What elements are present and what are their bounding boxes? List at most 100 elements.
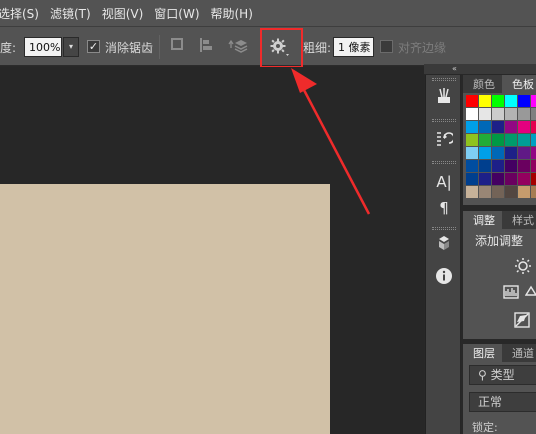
color-swatch[interactable] xyxy=(492,108,504,120)
tab-layers[interactable]: 图层 xyxy=(463,344,502,362)
menu-view[interactable]: 视图(V) xyxy=(102,5,155,22)
color-swatch[interactable] xyxy=(505,108,517,120)
filter-type-label: 类型 xyxy=(490,368,515,382)
panel-icon-strip: A| ¶ xyxy=(425,75,461,434)
panel-grip[interactable] xyxy=(432,161,456,164)
info-icon[interactable] xyxy=(434,267,454,289)
color-swatch[interactable] xyxy=(505,173,517,185)
color-swatch[interactable] xyxy=(531,186,536,198)
menu-filter[interactable]: 滤镜(T) xyxy=(50,5,102,22)
color-swatch[interactable] xyxy=(531,121,536,133)
blend-mode-select[interactable]: 正常 xyxy=(469,392,536,412)
path-arrangement-icon[interactable] xyxy=(228,37,248,57)
color-swatch[interactable] xyxy=(505,160,517,172)
weight-label: 粗细: xyxy=(303,41,332,55)
color-swatch[interactable] xyxy=(505,134,517,146)
color-swatch[interactable] xyxy=(505,186,517,198)
antialias-label: 消除锯齿 xyxy=(105,41,154,55)
color-swatch[interactable] xyxy=(466,186,478,198)
color-swatch[interactable] xyxy=(479,134,491,146)
tab-swatches[interactable]: 色板 xyxy=(502,75,536,93)
opacity-label: 度: xyxy=(0,41,17,55)
separator xyxy=(159,35,160,59)
antialias-checkbox[interactable]: ✓ xyxy=(87,40,100,53)
layers-panel: 图层 通道 ⚲ 类型 正常 锁定: xyxy=(463,344,536,434)
levels-icon[interactable] xyxy=(503,285,519,303)
color-swatch[interactable] xyxy=(479,95,491,107)
color-swatch[interactable] xyxy=(466,95,478,107)
weight-input[interactable]: 1 像素 xyxy=(333,37,374,57)
path-alignment-icon[interactable] xyxy=(199,37,213,57)
menu-bar: 选择(S) 滤镜(T) 视图(V) 窗口(W) 帮助(H) xyxy=(0,0,536,26)
3d-layers-icon[interactable] xyxy=(434,235,454,257)
color-swatch[interactable] xyxy=(505,95,517,107)
color-swatch[interactable] xyxy=(518,173,530,185)
color-swatch[interactable] xyxy=(492,121,504,133)
color-swatch[interactable] xyxy=(479,108,491,120)
color-swatch[interactable] xyxy=(505,121,517,133)
align-edges-checkbox[interactable] xyxy=(380,40,393,53)
panel-grip[interactable] xyxy=(432,227,456,230)
opacity-input[interactable]: 100% xyxy=(24,37,62,57)
swatches-panel: 颜色 色板 xyxy=(463,75,536,205)
color-swatch[interactable] xyxy=(492,186,504,198)
color-swatch[interactable] xyxy=(518,134,530,146)
paragraph-icon[interactable]: ¶ xyxy=(434,197,454,219)
color-swatch[interactable] xyxy=(518,108,530,120)
color-swatch[interactable] xyxy=(505,147,517,159)
color-swatch[interactable] xyxy=(479,160,491,172)
panel-grip[interactable] xyxy=(432,119,456,122)
panel-grip[interactable] xyxy=(432,78,456,81)
swatch-grid xyxy=(466,95,536,198)
adjustments-panel: 调整 样式 添加调整 xyxy=(463,211,536,339)
opacity-dropdown-button[interactable]: ▾ xyxy=(63,37,79,57)
color-swatch[interactable] xyxy=(531,173,536,185)
color-swatch[interactable] xyxy=(479,147,491,159)
tab-channels[interactable]: 通道 xyxy=(502,344,536,362)
color-swatch[interactable] xyxy=(531,147,536,159)
color-swatch[interactable] xyxy=(518,121,530,133)
color-swatch[interactable] xyxy=(531,160,536,172)
collapse-panels-button[interactable]: « xyxy=(452,64,457,73)
options-bar: 度: 100% ▾ ✓ 消除锯齿 粗细: 1 像素 对齐边缘 xyxy=(0,26,536,68)
curves-icon[interactable] xyxy=(524,285,536,303)
layer-filter-select[interactable]: ⚲ 类型 xyxy=(469,365,536,385)
color-swatch[interactable] xyxy=(479,173,491,185)
color-swatch[interactable] xyxy=(518,95,530,107)
brightness-icon[interactable] xyxy=(514,257,532,279)
tab-adjustments[interactable]: 调整 xyxy=(463,211,502,229)
menu-select[interactable]: 选择(S) xyxy=(0,5,50,22)
color-swatch[interactable] xyxy=(531,134,536,146)
color-swatch[interactable] xyxy=(492,160,504,172)
exposure-icon[interactable] xyxy=(514,312,530,332)
color-swatch[interactable] xyxy=(492,95,504,107)
color-swatch[interactable] xyxy=(466,134,478,146)
canvas[interactable] xyxy=(0,184,330,434)
color-swatch[interactable] xyxy=(492,134,504,146)
menu-help[interactable]: 帮助(H) xyxy=(211,5,264,22)
color-swatch[interactable] xyxy=(466,147,478,159)
panel-dock-header xyxy=(424,64,536,74)
color-swatch[interactable] xyxy=(518,147,530,159)
color-swatch[interactable] xyxy=(492,173,504,185)
tab-styles[interactable]: 样式 xyxy=(502,211,536,229)
document-workspace[interactable] xyxy=(0,67,424,434)
color-swatch[interactable] xyxy=(479,121,491,133)
character-icon[interactable]: A| xyxy=(434,171,454,193)
color-swatch[interactable] xyxy=(466,108,478,120)
tab-color[interactable]: 颜色 xyxy=(463,75,502,93)
color-swatch[interactable] xyxy=(531,95,536,107)
path-operations-icon[interactable] xyxy=(171,37,183,55)
color-swatch[interactable] xyxy=(531,108,536,120)
lock-label: 锁定: xyxy=(472,421,498,434)
color-swatch[interactable] xyxy=(466,173,478,185)
history-icon[interactable] xyxy=(434,129,455,151)
color-swatch[interactable] xyxy=(466,160,478,172)
color-swatch[interactable] xyxy=(466,121,478,133)
color-swatch[interactable] xyxy=(518,160,530,172)
color-swatch[interactable] xyxy=(479,186,491,198)
color-swatch[interactable] xyxy=(518,186,530,198)
color-swatch[interactable] xyxy=(492,147,504,159)
menu-window[interactable]: 窗口(W) xyxy=(154,5,210,22)
brush-presets-icon[interactable] xyxy=(434,87,454,109)
